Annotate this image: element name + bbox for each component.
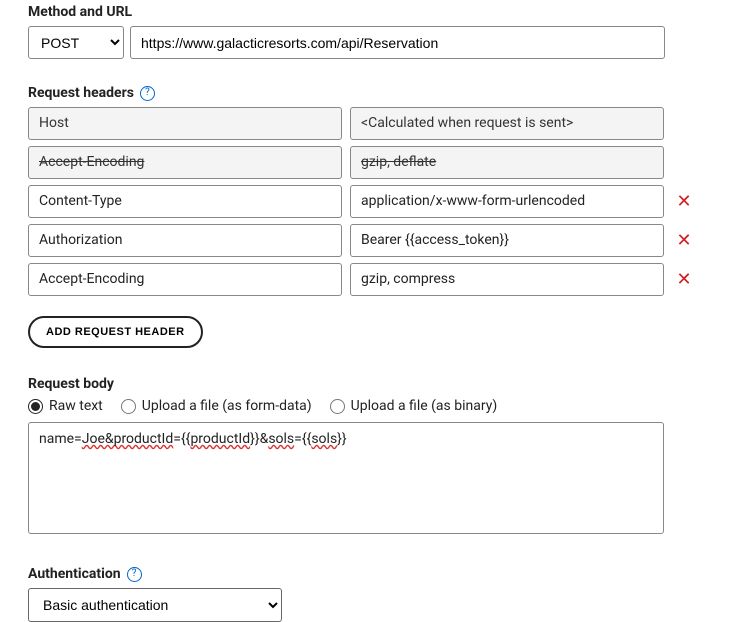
radio-upload-formdata[interactable]: Upload a file (as form-data) xyxy=(121,398,312,414)
url-input[interactable] xyxy=(130,26,665,59)
authentication-label: Authentication ? xyxy=(28,566,733,582)
radio-upload-formdata-input[interactable] xyxy=(121,399,136,414)
radio-upload-binary[interactable]: Upload a file (as binary) xyxy=(330,398,498,414)
delete-header-icon[interactable]: ✕ xyxy=(672,230,696,251)
delete-header-icon[interactable]: ✕ xyxy=(672,269,696,290)
authentication-select[interactable]: NoneBasic authenticationBearer token xyxy=(28,588,282,622)
request-headers-label: Request headers ? xyxy=(28,85,733,101)
header-key-input[interactable]: Authorization xyxy=(28,224,342,257)
radio-upload-binary-label: Upload a file (as binary) xyxy=(351,398,498,414)
header-row: Host<Calculated when request is sent> xyxy=(28,107,733,140)
header-value-input[interactable]: Bearer {{access_token}} xyxy=(350,224,664,257)
help-icon[interactable]: ? xyxy=(140,86,155,101)
method-url-row: GETPOSTPUTDELETEPATCH xyxy=(28,26,733,59)
request-body-label: Request body xyxy=(28,376,733,392)
radio-raw-text-label: Raw text xyxy=(49,398,103,414)
header-value-input: <Calculated when request is sent> xyxy=(350,107,664,140)
help-icon[interactable]: ? xyxy=(127,567,142,582)
header-key-input[interactable]: Content-Type xyxy=(28,185,342,218)
header-key-input: Host xyxy=(28,107,342,140)
header-key-input: Accept-Encoding xyxy=(28,146,342,179)
radio-upload-binary-input[interactable] xyxy=(330,399,345,414)
header-row: AuthorizationBearer {{access_token}} ✕ xyxy=(28,224,733,257)
method-url-label: Method and URL xyxy=(28,4,733,20)
header-value-input[interactable]: application/x-www-form-urlencoded xyxy=(350,185,664,218)
delete-header-icon[interactable]: ✕ xyxy=(672,191,696,212)
headers-block: Host<Calculated when request is sent>Acc… xyxy=(28,107,733,296)
header-value-input: gzip, deflate xyxy=(350,146,664,179)
request-body-textarea[interactable]: name=Joe&productId={{productId}}&sols={{… xyxy=(28,422,664,534)
body-type-radio-group: Raw text Upload a file (as form-data) Up… xyxy=(28,398,733,414)
header-row: Content-Typeapplication/x-www-form-urlen… xyxy=(28,185,733,218)
header-value-input[interactable]: gzip, compress xyxy=(350,263,664,296)
header-row: Accept-Encodinggzip, compress ✕ xyxy=(28,263,733,296)
add-request-header-button[interactable]: ADD REQUEST HEADER xyxy=(28,316,203,348)
radio-raw-text[interactable]: Raw text xyxy=(28,398,103,414)
radio-raw-text-input[interactable] xyxy=(28,399,43,414)
authentication-label-text: Authentication xyxy=(28,566,121,582)
header-key-input[interactable]: Accept-Encoding xyxy=(28,263,342,296)
request-headers-label-text: Request headers xyxy=(28,85,134,101)
method-select[interactable]: GETPOSTPUTDELETEPATCH xyxy=(28,26,124,59)
radio-upload-formdata-label: Upload a file (as form-data) xyxy=(142,398,312,414)
header-row: Accept-Encodinggzip, deflate xyxy=(28,146,733,179)
